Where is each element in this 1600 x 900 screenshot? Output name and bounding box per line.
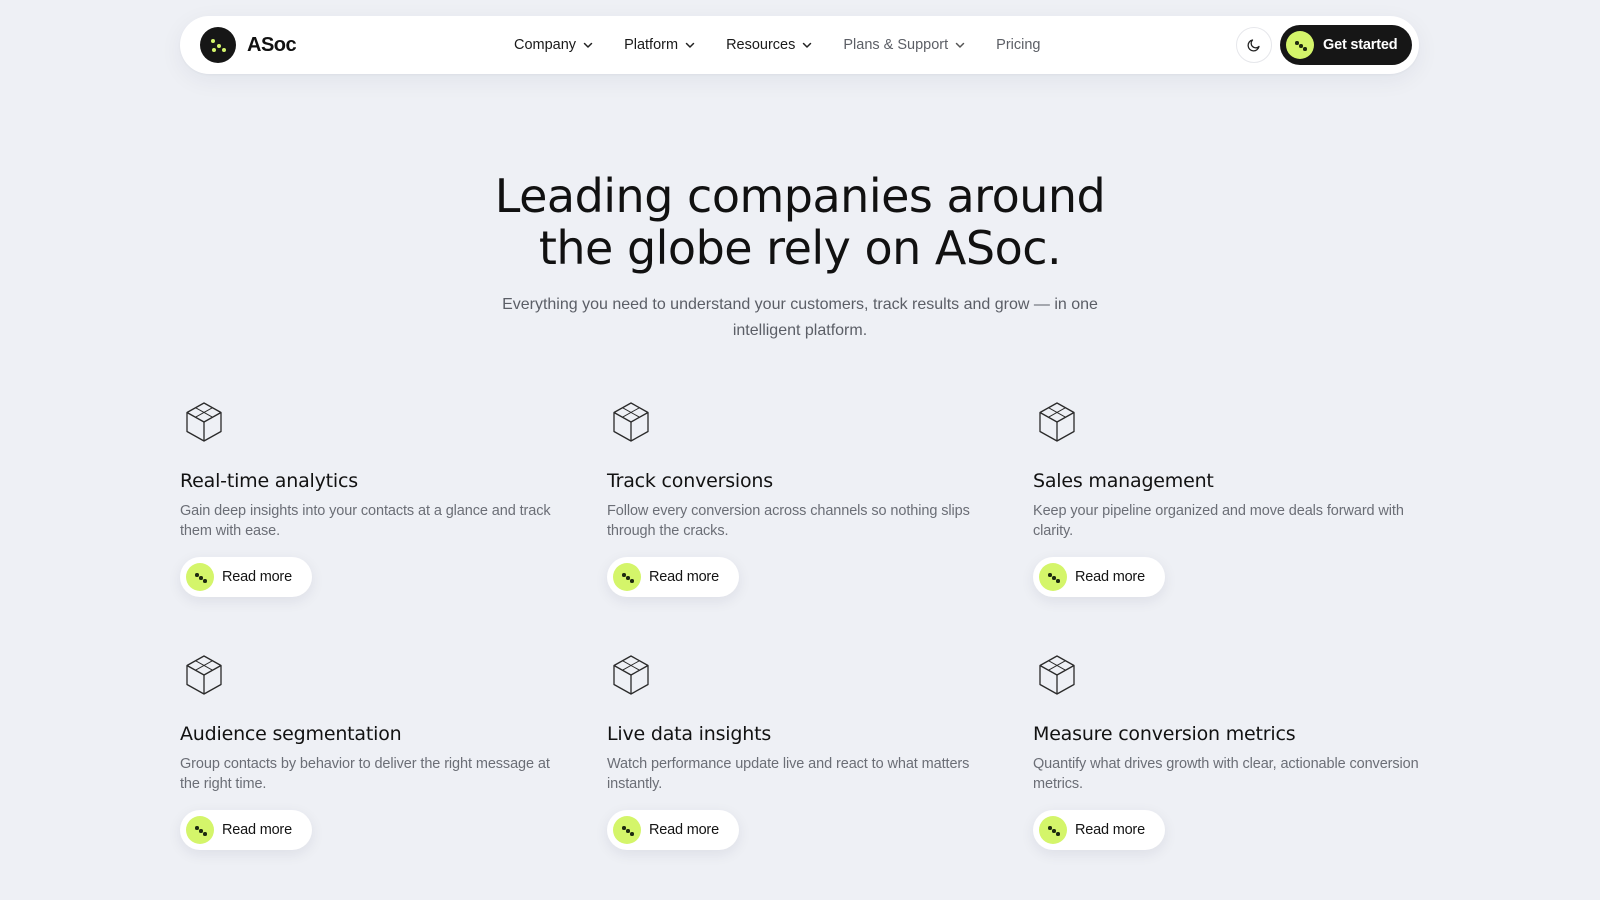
brand-name: ASoc xyxy=(247,33,297,56)
brand[interactable]: ASoc xyxy=(200,27,297,63)
chevron-down-icon xyxy=(583,42,593,48)
lime-dots-icon xyxy=(186,563,214,591)
nav-company[interactable]: Company xyxy=(514,37,594,53)
read-more-button[interactable]: Read more xyxy=(607,557,739,597)
lime-dots-icon xyxy=(1286,31,1314,59)
hero-title-line-2: the globe rely on ASoc. xyxy=(538,221,1062,275)
lime-dots-icon xyxy=(613,563,641,591)
read-more-button[interactable]: Read more xyxy=(180,557,312,597)
nav-pricing[interactable]: Pricing xyxy=(996,37,1040,53)
feature-title: Track conversions xyxy=(607,470,773,492)
feature-description: Quantify what drives growth with clear, … xyxy=(1033,756,1419,792)
lime-dots-icon xyxy=(1039,563,1067,591)
nav-resources[interactable]: Resources xyxy=(726,37,813,53)
cube-icon xyxy=(1039,655,1075,695)
lime-dots-icon xyxy=(1039,816,1067,844)
feature-card: Real-time analytics Gain deep insights i… xyxy=(180,400,580,597)
feature-card: Audience segmentation Group contacts by … xyxy=(180,653,580,850)
feature-title: Real-time analytics xyxy=(180,470,358,492)
cube-icon xyxy=(613,655,649,695)
brand-logo-icon xyxy=(200,27,236,63)
nav-plans-support-label: Plans & Support xyxy=(843,37,949,53)
feature-card: Sales management Keep your pipeline orga… xyxy=(1033,400,1433,597)
chevron-down-icon xyxy=(955,42,965,48)
feature-title: Live data insights xyxy=(607,723,772,745)
nav-platform-label: Platform xyxy=(624,37,679,53)
read-more-label: Read more xyxy=(649,569,719,585)
hero-title-line-1: Leading companies around xyxy=(494,169,1106,223)
feature-description: Group contacts by behavior to deliver th… xyxy=(180,756,550,792)
nav-pricing-label: Pricing xyxy=(996,37,1041,53)
chevron-down-icon xyxy=(685,42,695,48)
feature-title: Audience segmentation xyxy=(180,723,402,745)
read-more-label: Read more xyxy=(1075,822,1145,838)
main-menu: Company Platform Resources Plans & Suppo… xyxy=(514,16,1071,74)
read-more-button[interactable]: Read more xyxy=(180,810,312,850)
feature-title: Measure conversion metrics xyxy=(1033,723,1296,745)
lime-dots-icon xyxy=(186,816,214,844)
read-more-label: Read more xyxy=(222,569,292,585)
feature-description: Gain deep insights into your contacts at… xyxy=(180,503,551,539)
feature-title: Sales management xyxy=(1033,470,1214,492)
read-more-label: Read more xyxy=(649,822,719,838)
get-started-label: Get started xyxy=(1323,37,1398,53)
hero-title: Leading companies around the globe rely … xyxy=(400,170,1200,274)
nav-platform[interactable]: Platform xyxy=(624,37,696,53)
feature-card: Measure conversion metrics Quantify what… xyxy=(1033,653,1433,850)
read-more-label: Read more xyxy=(222,822,292,838)
lime-dots-icon xyxy=(613,816,641,844)
moon-icon xyxy=(1247,39,1260,52)
hero-subtitle: Everything you need to understand your c… xyxy=(502,296,1098,339)
read-more-button[interactable]: Read more xyxy=(1033,557,1165,597)
read-more-button[interactable]: Read more xyxy=(1033,810,1165,850)
nav-company-label: Company xyxy=(514,37,577,53)
nav-resources-label: Resources xyxy=(726,37,796,53)
nav-plans-support[interactable]: Plans & Support xyxy=(843,37,966,53)
read-more-button[interactable]: Read more xyxy=(607,810,739,850)
feature-description: Watch performance update live and react … xyxy=(607,756,970,792)
get-started-button[interactable]: Get started xyxy=(1280,25,1412,65)
feature-card: Live data insights Watch performance upd… xyxy=(607,653,1007,850)
theme-toggle-button[interactable] xyxy=(1236,27,1272,63)
cube-icon xyxy=(186,655,222,695)
top-navbar: ASoc Company Platform Resources Plans & … xyxy=(180,16,1419,74)
feature-description: Keep your pipeline organized and move de… xyxy=(1033,503,1404,539)
feature-card: Track conversions Follow every conversio… xyxy=(607,400,1007,597)
cube-icon xyxy=(613,402,649,442)
cube-icon xyxy=(1039,402,1075,442)
read-more-label: Read more xyxy=(1075,569,1145,585)
cube-icon xyxy=(186,402,222,442)
chevron-down-icon xyxy=(803,42,812,48)
feature-description: Follow every conversion across channels … xyxy=(607,503,970,539)
